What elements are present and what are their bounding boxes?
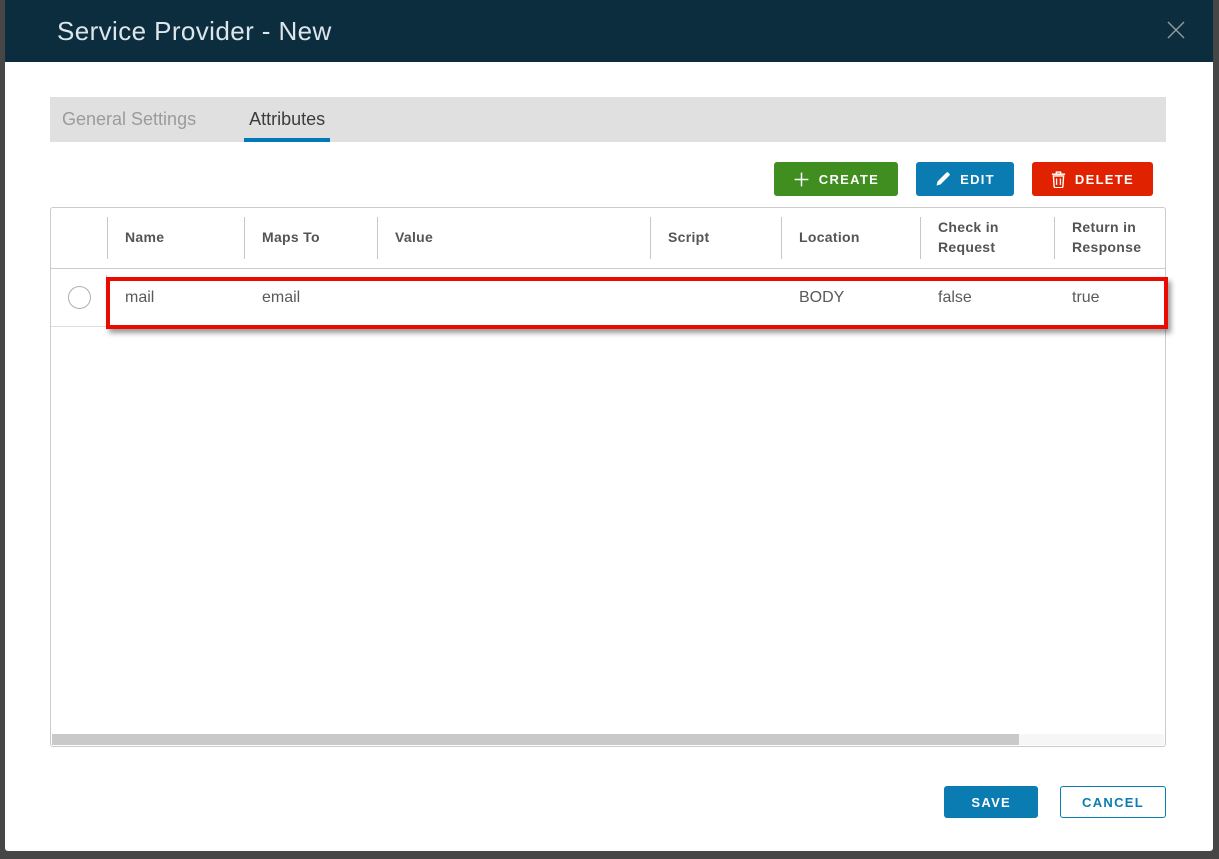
column-header-location: Location (781, 208, 920, 268)
cell-check-in-request: false (920, 289, 1054, 307)
column-header-script: Script (650, 208, 781, 268)
cell-return-in-response: true (1054, 289, 1165, 307)
trash-icon (1051, 171, 1066, 188)
close-icon (1164, 18, 1188, 45)
column-header-maps-to: Maps To (244, 208, 377, 268)
delete-button[interactable]: DELETE (1032, 162, 1153, 196)
cancel-button[interactable]: CANCEL (1060, 786, 1166, 818)
table-row[interactable]: mail email BODY false true (51, 269, 1165, 327)
cell-name: mail (107, 289, 244, 307)
tab-bar: General Settings Attributes (50, 97, 1166, 142)
column-header-value: Value (377, 208, 650, 268)
service-provider-dialog: Service Provider - New General Settings … (5, 0, 1213, 851)
close-button[interactable] (1163, 18, 1189, 44)
table-header-row: Name Maps To Value Script Location Check… (51, 208, 1165, 269)
scrollbar-thumb[interactable] (52, 734, 1019, 745)
tab-general-settings[interactable]: General Settings (57, 97, 201, 142)
row-select-radio[interactable] (68, 286, 91, 309)
cell-maps-to: email (244, 289, 377, 307)
row-select-cell (51, 269, 107, 326)
pencil-icon (935, 171, 951, 187)
horizontal-scrollbar[interactable] (52, 734, 1164, 745)
column-header-name: Name (107, 208, 244, 268)
tab-attributes[interactable]: Attributes (244, 97, 330, 142)
create-button[interactable]: CREATE (774, 162, 898, 196)
plus-icon (793, 171, 810, 188)
attributes-table: Name Maps To Value Script Location Check… (50, 207, 1166, 747)
dialog-title: Service Provider - New (57, 16, 332, 47)
column-header-check-in-request: Check in Request (920, 208, 1054, 268)
select-column-header (51, 208, 107, 268)
column-header-return-in-response: Return in Response (1054, 208, 1165, 268)
edit-button[interactable]: EDIT (916, 162, 1014, 196)
dialog-body: General Settings Attributes CREATE EDIT (5, 97, 1213, 851)
dialog-footer: SAVE CANCEL (5, 786, 1213, 818)
attributes-toolbar: CREATE EDIT DELETE (50, 162, 1166, 196)
cell-location: BODY (781, 289, 920, 307)
save-button[interactable]: SAVE (944, 786, 1038, 818)
dialog-header: Service Provider - New (5, 0, 1213, 62)
